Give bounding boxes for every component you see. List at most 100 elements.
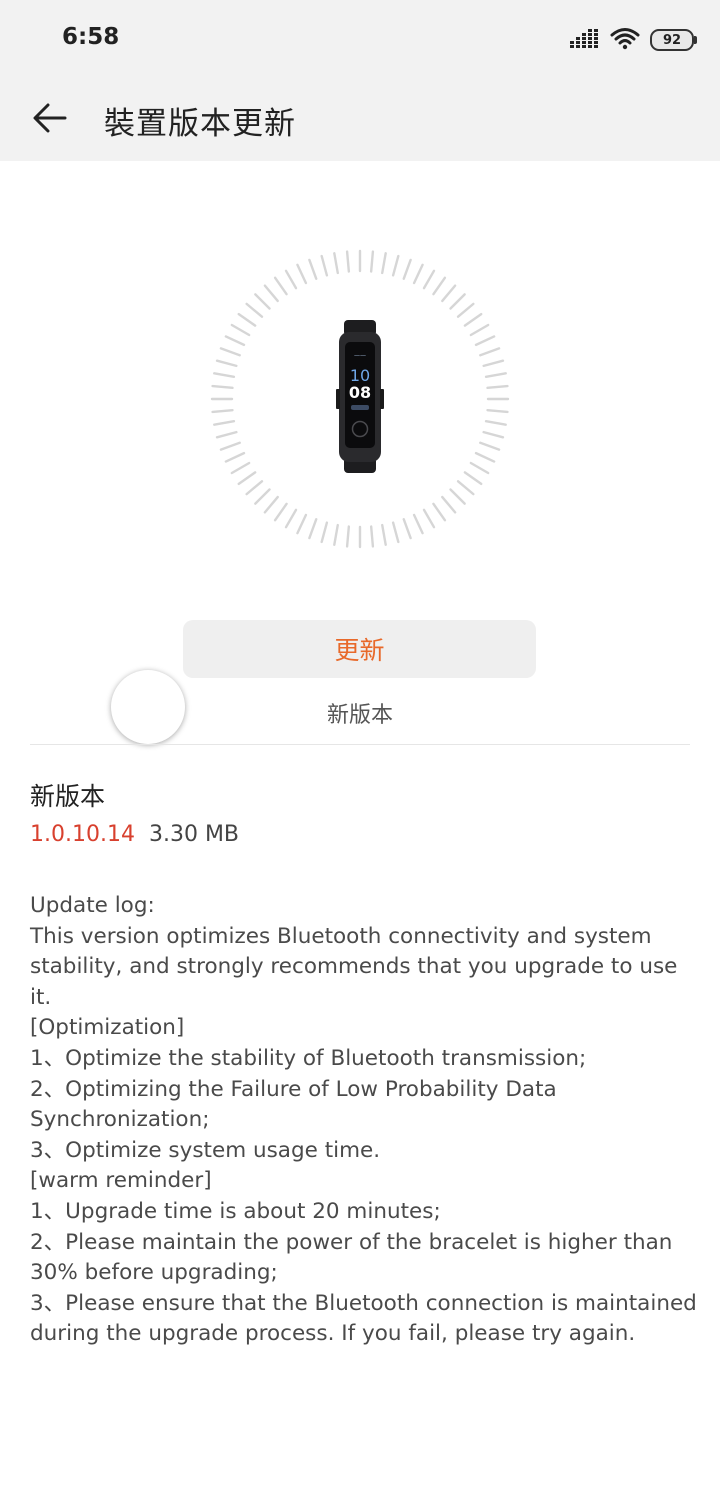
ring-tick (482, 430, 505, 439)
status-time: 6:58 (62, 24, 120, 50)
ring-tick (369, 525, 375, 548)
ring-tick (284, 269, 298, 290)
signal-icon (570, 28, 600, 52)
log-line: This version optimizes Bluetooth connect… (30, 923, 678, 1010)
back-button[interactable] (22, 94, 78, 146)
ring-tick (391, 521, 400, 544)
ring-tick (391, 254, 400, 277)
floating-circle-button[interactable] (111, 670, 185, 744)
ring-tick (482, 359, 505, 368)
ring-tick (296, 513, 308, 535)
log-line: [warm reminder] (30, 1168, 212, 1194)
ring-tick (422, 508, 436, 529)
band-device: —— 10 08 (336, 320, 384, 473)
log-line: 1、Optimize the stability of Bluetooth tr… (30, 1045, 587, 1071)
ring-tick (474, 451, 496, 463)
update-log: Update log: This version optimizes Bluet… (30, 891, 700, 1350)
ring-tick (441, 495, 457, 514)
ring-tick (263, 284, 279, 303)
ring-tick (224, 335, 246, 347)
ring-tick (469, 461, 490, 475)
ring-tick (381, 523, 387, 546)
page-title: 裝置版本更新 (104, 106, 296, 142)
version-number: 1.0.10.14 (30, 822, 135, 847)
ring-tick (412, 513, 424, 535)
ring-tick (402, 518, 412, 540)
section-heading: 新版本 (30, 782, 106, 811)
fitness-band-icon: —— 10 08 (210, 249, 510, 549)
ring-tick (245, 302, 264, 318)
app-bar: 裝置版本更新 (0, 80, 720, 161)
ring-tick (254, 293, 271, 310)
ring-tick (369, 250, 375, 273)
ring-tick (263, 495, 279, 514)
ring-tick (345, 525, 351, 548)
ring-tick (320, 254, 329, 277)
ring-tick (230, 461, 251, 475)
ring-tick (402, 258, 412, 280)
ring-tick (456, 302, 475, 318)
ring-tick (211, 384, 234, 390)
ring-tick (463, 471, 483, 486)
device-illustration: —— 10 08 (210, 249, 510, 549)
log-line: 3、Please ensure that the Bluetooth conne… (30, 1290, 697, 1347)
ring-tick (320, 521, 329, 544)
ring-tick (237, 471, 257, 486)
band-time-text: 08 (349, 383, 371, 402)
ring-tick (412, 263, 424, 285)
ring-tick (296, 263, 308, 285)
log-line: 2、Optimizing the Failure of Low Probabil… (30, 1076, 557, 1133)
ring-tick (486, 384, 509, 390)
ring-tick (422, 269, 436, 290)
ring-tick (237, 312, 257, 327)
back-arrow-icon (32, 102, 68, 138)
battery-icon: 92 (650, 29, 697, 51)
ring-tick (219, 347, 241, 357)
update-button-label: 更新 (334, 636, 385, 665)
ring-tick (381, 252, 387, 275)
ring-tick (479, 347, 501, 357)
ring-tick (441, 284, 457, 303)
ring-tick (211, 408, 234, 414)
svg-text:——: —— (354, 352, 366, 359)
ring-tick (432, 502, 447, 522)
ring-tick (273, 502, 288, 522)
divider (30, 744, 690, 745)
version-info: 1.0.10.14 3.30 MB (30, 822, 239, 847)
ring-tick (449, 488, 466, 505)
ring-tick (474, 335, 496, 347)
ring-tick (333, 523, 339, 546)
ring-tick (224, 451, 246, 463)
ring-tick (479, 441, 501, 451)
ring-tick (254, 488, 271, 505)
ring-tick (333, 252, 339, 275)
ring-tick (219, 441, 241, 451)
ring-tick (484, 420, 507, 426)
ring-tick (463, 312, 483, 327)
battery-level: 92 (662, 32, 682, 48)
ring-tick (345, 250, 351, 273)
new-version-status: 新版本 (326, 703, 393, 728)
ring-tick (273, 276, 288, 296)
log-line: [Optimization] (30, 1015, 185, 1041)
ring-tick (469, 323, 490, 337)
ring-tick (308, 518, 318, 540)
ring-tick (230, 323, 251, 337)
ring-tick (284, 508, 298, 529)
ring-tick (215, 430, 238, 439)
log-line: 2、Please maintain the power of the brace… (30, 1229, 673, 1286)
ring-tick (486, 408, 509, 414)
log-line: 1、Upgrade time is about 20 minutes; (30, 1198, 441, 1224)
package-size: 3.30 MB (148, 822, 240, 847)
ring-tick (484, 372, 507, 378)
status-bar: 6:58 92 (0, 0, 720, 80)
ring-tick (456, 480, 475, 496)
ring-tick (213, 372, 236, 378)
ring-tick (308, 258, 318, 280)
ring-tick (432, 276, 447, 296)
update-button[interactable]: 更新 (183, 620, 536, 678)
log-line: 3、Optimize system usage time. (30, 1137, 381, 1163)
status-icons: 92 (570, 26, 697, 54)
wifi-icon (610, 26, 640, 54)
ring-tick (215, 359, 238, 368)
